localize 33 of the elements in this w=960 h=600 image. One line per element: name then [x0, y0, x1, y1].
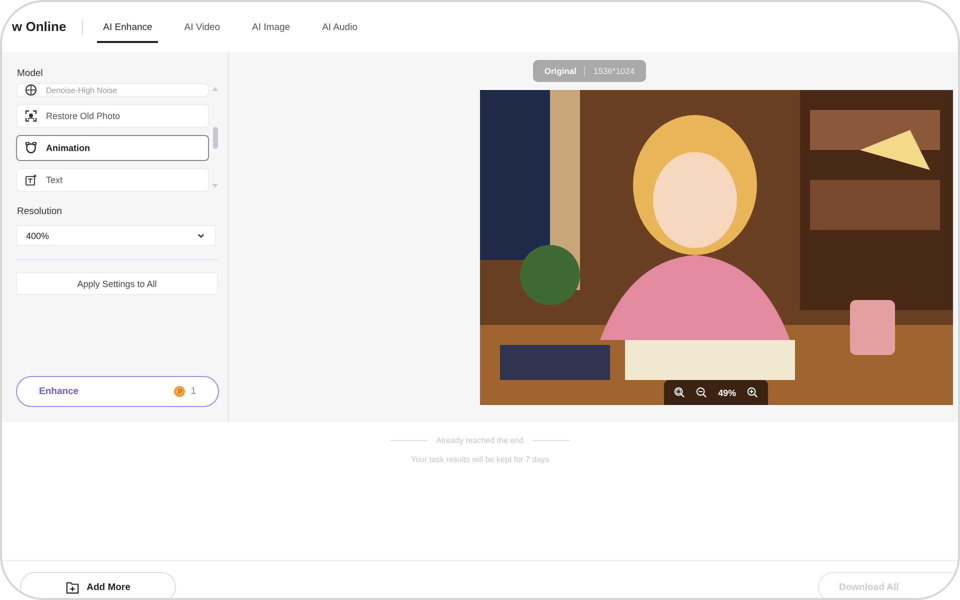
coin-icon [174, 386, 185, 397]
scrollbar-thumb[interactable] [212, 126, 218, 148]
apply-all-button[interactable]: Apply Settings to All [16, 272, 218, 295]
retention-note: Your task results will be kept for 7 days [411, 455, 549, 464]
text-icon [25, 174, 37, 186]
model-option[interactable]: Restore Old Photo [16, 104, 209, 128]
nav-tab[interactable]: AI Enhance [97, 14, 158, 42]
nav-tab[interactable]: AI Audio [316, 14, 364, 42]
model-option[interactable]: Animation [16, 135, 209, 161]
folder-plus-icon [66, 580, 79, 594]
button-label: Enhance [39, 386, 79, 397]
enhance-button[interactable]: Enhance 1 [16, 376, 219, 407]
image-size: 1536*1024 [593, 66, 635, 76]
scroll-up-icon [212, 87, 218, 91]
section-label: Resolution [17, 206, 63, 217]
end-note: Already reached the end [436, 436, 524, 445]
model-option[interactable]: Text [16, 168, 209, 192]
fit-zoom-icon[interactable] [674, 387, 685, 398]
add-more-button[interactable]: Add More [20, 572, 176, 598]
zoom-level: 49% [718, 388, 736, 398]
zoom-out-icon[interactable] [696, 387, 707, 398]
credit-count: 1 [190, 386, 196, 397]
scan-icon [25, 110, 37, 122]
logo-text: w Online [2, 19, 84, 35]
badge-label: Original [544, 66, 576, 76]
scroll-down-icon [212, 184, 218, 188]
bear-face-icon [25, 142, 37, 154]
nav-tab[interactable]: AI Image [246, 14, 296, 42]
resolution-dropdown[interactable]: 400% [16, 225, 216, 246]
zoom-in-icon[interactable] [747, 387, 758, 398]
section-label: Model [17, 68, 44, 79]
chevron-down-icon [197, 232, 205, 238]
nav-tab[interactable]: AI Video [178, 14, 226, 42]
